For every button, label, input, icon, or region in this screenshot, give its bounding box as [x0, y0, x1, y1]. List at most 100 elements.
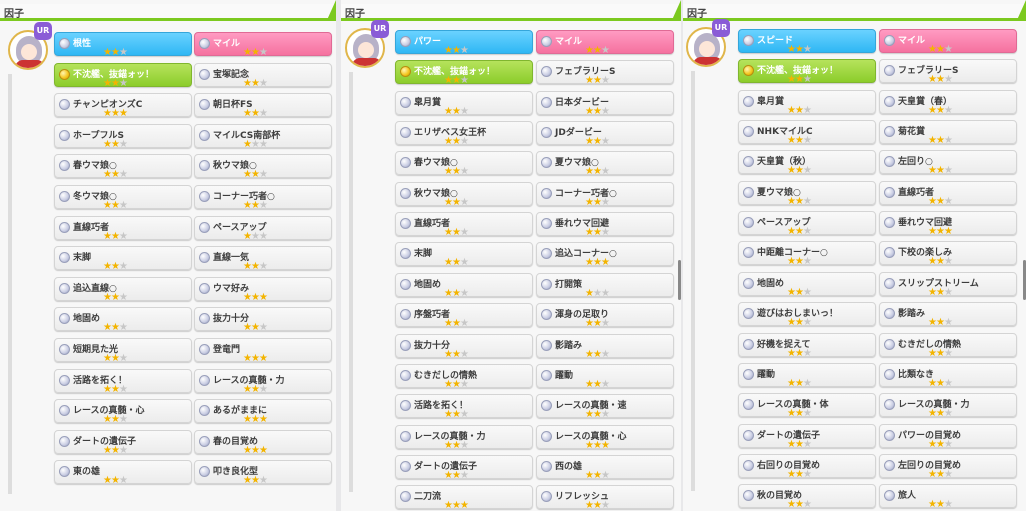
factor-item[interactable]: スリップストリーム ★★★ — [879, 272, 1017, 298]
factor-item[interactable]: 短期見た光 ★★★ — [54, 338, 192, 364]
factor-item[interactable]: 皐月賞 ★★★ — [738, 90, 876, 116]
factor-item[interactable]: パワー ★★★ — [395, 30, 533, 56]
factor-item[interactable]: 下校の楽しみ ★★★ — [879, 241, 1017, 267]
factor-item[interactable]: あるがままに ★★★ — [194, 399, 332, 425]
factor-item[interactable]: ペースアップ ★★★ — [194, 216, 332, 242]
factor-item[interactable]: 根性 ★★★ — [54, 32, 192, 58]
factor-item[interactable]: 好機を捉えて ★★★ — [738, 333, 876, 359]
factor-item[interactable]: 影踏み ★★★ — [536, 334, 674, 360]
factor-item[interactable]: 秋の目覚め ★★★ — [738, 484, 876, 510]
factor-item[interactable]: 序盤巧者 ★★★ — [395, 303, 533, 329]
factor-item[interactable]: 地固め ★★★ — [54, 307, 192, 333]
factor-item[interactable]: 皐月賞 ★★★ — [395, 91, 533, 117]
factor-item[interactable]: 追込コーナー○ ★★★ — [536, 242, 674, 268]
factor-item[interactable]: チャンピオンズC ★★★ — [54, 93, 192, 119]
factor-item[interactable]: 遊びはおしまいっ！ ★★★ — [738, 302, 876, 328]
factor-item[interactable]: 左回りの目覚め ★★★ — [879, 454, 1017, 480]
factor-item[interactable]: 登竜門 ★★★ — [194, 338, 332, 364]
factor-item[interactable]: 不沈艦、抜錨ォッ！ ★★★ — [54, 63, 192, 89]
factor-item[interactable]: 西の雄 ★★★ — [536, 455, 674, 481]
factor-item[interactable]: 打開策 ★★★ — [536, 273, 674, 299]
factor-item[interactable]: 地固め ★★★ — [738, 272, 876, 298]
factor-item[interactable]: ダートの遺伝子 ★★★ — [738, 424, 876, 450]
factor-item[interactable]: レースの真髄・心 ★★★ — [536, 425, 674, 451]
factor-item[interactable]: 叩き良化型 ★★★ — [194, 460, 332, 486]
factor-item[interactable]: 抜力十分 ★★★ — [395, 334, 533, 360]
factor-item[interactable]: スピード ★★★ — [738, 29, 876, 55]
star-filled-icon: ★ — [787, 348, 796, 359]
factor-item[interactable]: フェブラリーS ★★★ — [879, 59, 1017, 85]
factor-item[interactable]: 右回りの目覚め ★★★ — [738, 454, 876, 480]
factor-item[interactable]: エリザベス女王杯 ★★★ — [395, 121, 533, 147]
factor-item[interactable]: 二刀流 ★★★ — [395, 485, 533, 511]
factor-item[interactable]: 垂れウマ回避 ★★★ — [536, 212, 674, 238]
factor-item[interactable]: 天皇賞（春） ★★★ — [879, 90, 1017, 116]
factor-item[interactable]: 抜力十分 ★★★ — [194, 307, 332, 333]
factor-item[interactable]: パワーの目覚め ★★★ — [879, 424, 1017, 450]
factor-item[interactable]: レースの真髄・力 ★★★ — [194, 369, 332, 395]
factor-item[interactable]: 活路を拓く！ ★★★ — [54, 369, 192, 395]
factor-item[interactable]: 活路を拓く！ ★★★ — [395, 394, 533, 420]
factor-item[interactable]: 追込直線○ ★★★ — [54, 277, 192, 303]
factor-item[interactable]: 春ウマ娘○ ★★★ — [395, 151, 533, 177]
factor-item[interactable]: JDダービー ★★★ — [536, 121, 674, 147]
factor-item[interactable]: むきだしの情熱 ★★★ — [879, 333, 1017, 359]
factor-item[interactable]: 東の雄 ★★★ — [54, 460, 192, 486]
factor-item[interactable]: 日本ダービー ★★★ — [536, 91, 674, 117]
factor-item[interactable]: マイル ★★★ — [879, 29, 1017, 55]
factor-item[interactable]: コーナー巧者○ ★★★ — [194, 185, 332, 211]
factor-item[interactable]: コーナー巧者○ ★★★ — [536, 182, 674, 208]
factor-item[interactable]: マイル ★★★ — [536, 30, 674, 56]
factor-orb-icon — [59, 375, 70, 386]
factor-item[interactable]: 中距離コーナー○ ★★★ — [738, 241, 876, 267]
factor-item[interactable]: 不沈艦、抜錨ォッ！ ★★★ — [395, 60, 533, 86]
factor-item[interactable]: ダートの遺伝子 ★★★ — [54, 430, 192, 456]
factor-item[interactable]: 直線巧者 ★★★ — [54, 216, 192, 242]
factor-item[interactable]: 春ウマ娘○ ★★★ — [54, 154, 192, 180]
factor-label: パワー — [414, 37, 442, 47]
factor-item[interactable]: 秋ウマ娘○ ★★★ — [395, 182, 533, 208]
factor-item[interactable]: 不沈艦、抜錨ォッ！ ★★★ — [738, 59, 876, 85]
factor-item[interactable]: 春の目覚め ★★★ — [194, 430, 332, 456]
factor-item[interactable]: NHKマイルC ★★★ — [738, 120, 876, 146]
factor-item[interactable]: 夏ウマ娘○ ★★★ — [536, 151, 674, 177]
factor-item[interactable]: 躍動 ★★★ — [738, 363, 876, 389]
factor-item[interactable]: ウマ好み ★★★ — [194, 277, 332, 303]
factor-item[interactable]: レースの真髄・体 ★★★ — [738, 393, 876, 419]
factor-item[interactable]: 左回り○ ★★★ — [879, 150, 1017, 176]
factor-item[interactable]: 比類なき ★★★ — [879, 363, 1017, 389]
factor-item[interactable]: 渾身の足取り ★★★ — [536, 303, 674, 329]
factor-item[interactable]: 旅人 ★★★ — [879, 484, 1017, 510]
factor-item[interactable]: 冬ウマ娘○ ★★★ — [54, 185, 192, 211]
factor-item[interactable]: 影踏み ★★★ — [879, 302, 1017, 328]
factor-item[interactable]: 直線巧者 ★★★ — [879, 181, 1017, 207]
factor-item[interactable]: ホープフルS ★★★ — [54, 124, 192, 150]
factor-item[interactable]: 菊花賞 ★★★ — [879, 120, 1017, 146]
factor-item[interactable]: 宝塚記念 ★★★ — [194, 63, 332, 89]
factor-item[interactable]: マイル ★★★ — [194, 32, 332, 58]
factor-item[interactable]: 天皇賞（秋） ★★★ — [738, 150, 876, 176]
factor-item[interactable]: 末脚 ★★★ — [395, 242, 533, 268]
factor-item[interactable]: リフレッシュ ★★★ — [536, 485, 674, 511]
factor-item[interactable]: 末脚 ★★★ — [54, 246, 192, 272]
factor-item[interactable]: レースの真髄・速 ★★★ — [536, 394, 674, 420]
factor-item[interactable]: 秋ウマ娘○ ★★★ — [194, 154, 332, 180]
factor-item[interactable]: ペースアップ ★★★ — [738, 211, 876, 237]
factor-item[interactable]: マイルCS南部杯 ★★★ — [194, 124, 332, 150]
factor-item[interactable]: 直線巧者 ★★★ — [395, 212, 533, 238]
factor-item[interactable]: レースの真髄・心 ★★★ — [54, 399, 192, 425]
factor-item[interactable]: 朝日杯FS ★★★ — [194, 93, 332, 119]
star-empty-icon: ★ — [802, 287, 812, 298]
factor-item[interactable]: 直線一気 ★★★ — [194, 246, 332, 272]
factor-item[interactable]: 躍動 ★★★ — [536, 364, 674, 390]
factor-item[interactable]: 地固め ★★★ — [395, 273, 533, 299]
factor-item[interactable]: ダートの遺伝子 ★★★ — [395, 455, 533, 481]
factor-item[interactable]: むきだしの情熱 ★★★ — [395, 364, 533, 390]
factor-item[interactable]: レースの真髄・力 ★★★ — [879, 393, 1017, 419]
factor-item[interactable]: 垂れウマ回避 ★★★ — [879, 211, 1017, 237]
star-empty-icon: ★ — [600, 379, 610, 390]
factor-item[interactable]: フェブラリーS ★★★ — [536, 60, 674, 86]
scrollbar-thumb[interactable] — [678, 260, 681, 300]
factor-item[interactable]: 夏ウマ娘○ ★★★ — [738, 181, 876, 207]
factor-item[interactable]: レースの真髄・力 ★★★ — [395, 425, 533, 451]
